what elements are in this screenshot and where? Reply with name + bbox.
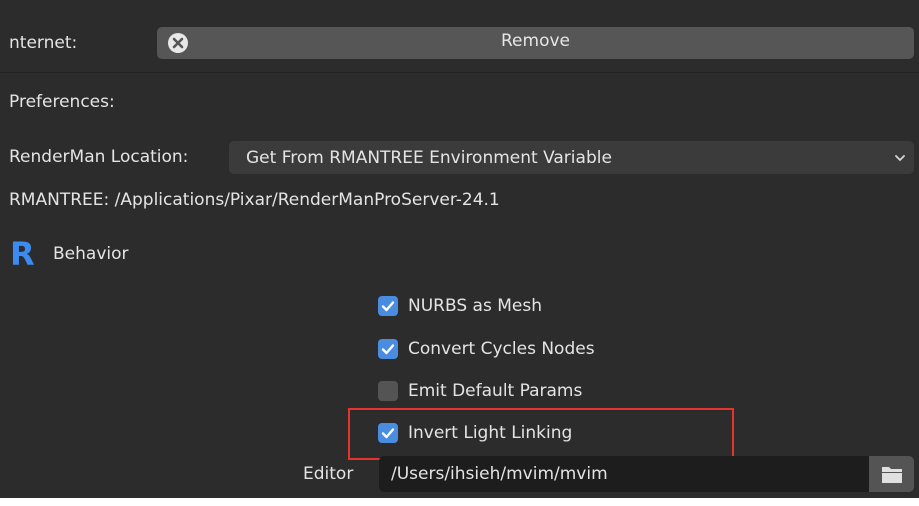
internet-label: nternet: xyxy=(9,33,78,53)
checkbox-box[interactable] xyxy=(378,381,398,401)
checkmark-icon xyxy=(381,301,395,312)
editor-label: Editor xyxy=(303,464,354,484)
renderman-logo-icon: R xyxy=(10,238,35,268)
remove-button-label: Remove xyxy=(501,31,570,51)
preferences-panel: nternet: Remove Preferences: RenderMan L… xyxy=(0,0,919,500)
checkbox-label: NURBS as Mesh xyxy=(408,296,542,316)
section-divider xyxy=(0,72,919,73)
folder-icon xyxy=(882,467,902,483)
behavior-heading: Behavior xyxy=(53,244,129,264)
highlight-annotation xyxy=(348,408,734,460)
renderman-location-value: Get From RMANTREE Environment Variable xyxy=(246,148,612,168)
checkbox-box[interactable] xyxy=(378,339,398,359)
renderman-location-dropdown[interactable]: Get From RMANTREE Environment Variable xyxy=(229,141,914,174)
chevron-down-icon xyxy=(895,155,905,162)
checkbox-label: Emit Default Params xyxy=(408,381,583,401)
remove-button[interactable]: Remove xyxy=(157,27,914,59)
svg-text:R: R xyxy=(10,238,35,268)
preferences-heading: Preferences: xyxy=(9,92,115,112)
renderman-location-label: RenderMan Location: xyxy=(9,147,189,167)
checkbox-box[interactable] xyxy=(378,296,398,316)
rmantree-path: RMANTREE: /Applications/Pixar/RenderManP… xyxy=(9,190,500,210)
checkmark-icon xyxy=(381,344,395,355)
checkbox-label: Convert Cycles Nodes xyxy=(408,339,595,359)
browse-folder-button[interactable] xyxy=(869,456,914,492)
editor-path-value: /Users/ihsieh/mvim/mvim xyxy=(391,464,608,484)
editor-path-input[interactable]: /Users/ihsieh/mvim/mvim xyxy=(379,456,869,492)
